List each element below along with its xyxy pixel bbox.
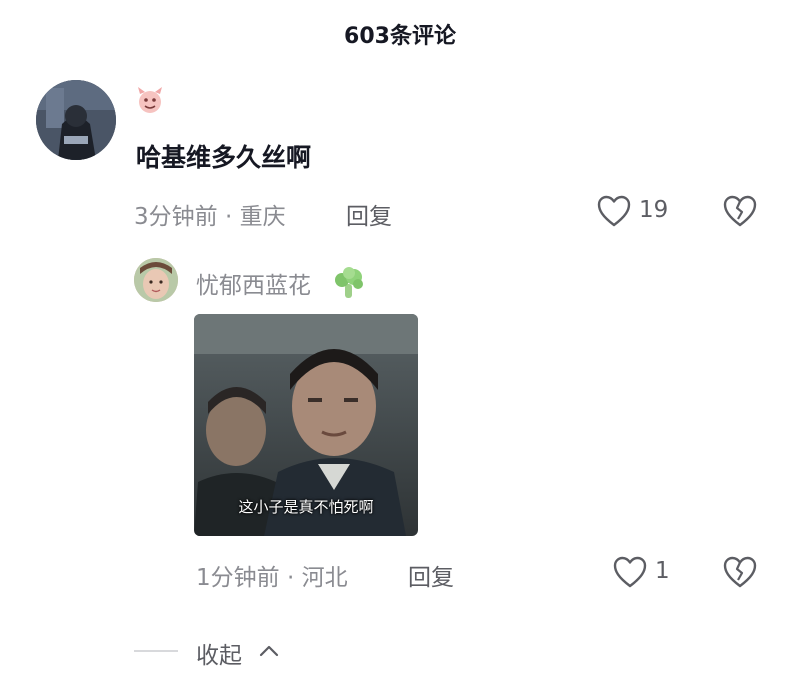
commenter-avatar[interactable]	[36, 80, 116, 160]
reply-button[interactable]: 回复	[346, 197, 392, 231]
replier-avatar[interactable]	[134, 258, 178, 302]
reply-time-location: 1分钟前 · 河北	[196, 565, 348, 591]
like-count: 19	[639, 197, 669, 223]
comment-count-title: 603条评论	[344, 24, 456, 49]
avatar-image	[36, 80, 116, 160]
broccoli-emoji-icon	[335, 267, 363, 298]
chevron-up-icon[interactable]	[256, 640, 282, 662]
replier-avatar-image	[134, 258, 178, 302]
reply-reply-button[interactable]: 回复	[408, 558, 454, 592]
reply-dislike-broken-heart-icon[interactable]	[722, 555, 758, 589]
collapse-replies-button[interactable]: 收起	[196, 636, 242, 670]
meme-caption: 这小子是真不怕死啊	[238, 498, 374, 516]
reply-like-count: 1	[655, 558, 670, 584]
comment-text: 哈基维多久丝啊	[136, 143, 312, 172]
comment-time-location: 3分钟前 · 重庆	[134, 204, 286, 230]
collapse-divider	[134, 650, 178, 652]
dislike-broken-heart-icon[interactable]	[722, 194, 758, 228]
replier-username[interactable]: 忧郁西蓝花	[196, 266, 311, 300]
meme-image[interactable]: 这小子是真不怕死啊	[194, 314, 418, 536]
like-heart-icon[interactable]	[596, 194, 632, 228]
reply-like-heart-icon[interactable]	[612, 555, 648, 589]
pink-demon-badge-icon	[138, 87, 162, 113]
